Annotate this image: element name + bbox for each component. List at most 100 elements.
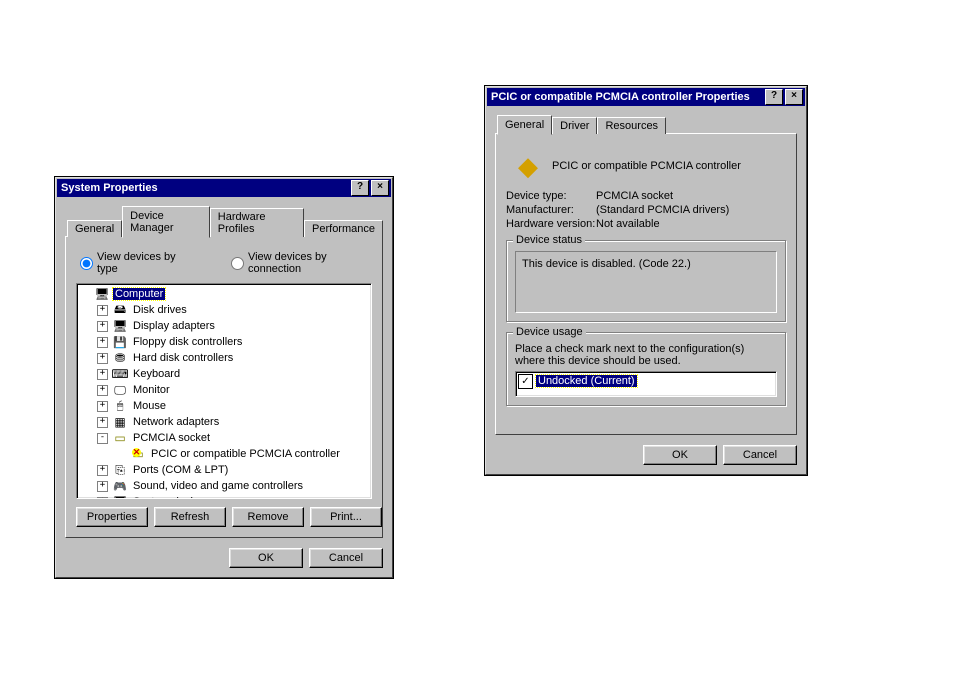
keyboard-icon	[112, 366, 128, 382]
tree-item-label: Monitor	[131, 384, 172, 396]
tree-item-label: PCIC or compatible PCMCIA controller	[149, 448, 342, 460]
tree-item[interactable]: + Keyboard	[79, 366, 369, 382]
pcmcia-warn-icon	[130, 446, 146, 462]
device-usage-list[interactable]: ✓ Undocked (Current)	[515, 371, 777, 397]
ok-button[interactable]: OK	[229, 548, 303, 568]
tree-item[interactable]: + Disk drives	[79, 302, 369, 318]
tree-item-label: Display adapters	[131, 320, 217, 332]
tree-expander[interactable]: +	[97, 369, 108, 380]
tree-item[interactable]: + Hard disk controllers	[79, 350, 369, 366]
tree-item-label: System devices	[131, 496, 212, 499]
tree-expander[interactable]: +	[97, 481, 108, 492]
tree-item[interactable]: + Floppy disk controllers	[79, 334, 369, 350]
tree-item[interactable]: + Ports (COM & LPT)	[79, 462, 369, 478]
mouse-icon	[112, 398, 128, 414]
disk-icon	[112, 302, 128, 318]
tree-item[interactable]: + Display adapters	[79, 318, 369, 334]
tree-item[interactable]: + Sound, video and game controllers	[79, 478, 369, 494]
ports-icon	[112, 462, 128, 478]
device-status-group: Device status This device is disabled. (…	[506, 240, 786, 322]
device-tree[interactable]: Computer + Disk drives + Display adapters + Fl…	[76, 283, 372, 499]
tree-item[interactable]: PCIC or compatible PCMCIA controller	[79, 446, 369, 462]
tree-expander[interactable]: +	[97, 385, 108, 396]
radio-by-type[interactable]: View devices by type	[80, 251, 191, 275]
radio-by-type-input[interactable]	[80, 257, 93, 270]
device-usage-group: Device usage Place a check mark next to …	[506, 332, 786, 406]
tab-panel: PCIC or compatible PCMCIA controller Dev…	[495, 133, 797, 435]
device-name: PCIC or compatible PCMCIA controller	[552, 160, 741, 172]
radio-by-connection-input[interactable]	[231, 257, 244, 270]
device-status-text: This device is disabled. (Code 22.)	[522, 258, 691, 270]
cancel-button[interactable]: Cancel	[723, 445, 797, 465]
cancel-button[interactable]: Cancel	[309, 548, 383, 568]
usage-checkbox[interactable]: ✓	[518, 374, 533, 389]
tree-item-label: Hard disk controllers	[131, 352, 235, 364]
device-usage-title: Device usage	[513, 326, 586, 338]
display-icon	[112, 318, 128, 334]
tree-item-label: Sound, video and game controllers	[131, 480, 305, 492]
device-type-label: Device type:	[506, 190, 596, 202]
tree-expander[interactable]: +	[97, 353, 108, 364]
refresh-button[interactable]: Refresh	[154, 507, 226, 527]
tab-driver[interactable]: Driver	[552, 117, 597, 134]
tree-expander[interactable]: +	[97, 401, 108, 412]
titlebar[interactable]: PCIC or compatible PCMCIA controller Pro…	[487, 88, 805, 106]
tab-panel: View devices by type View devices by con…	[65, 236, 383, 538]
system-icon	[112, 494, 128, 499]
tab-general[interactable]: General	[497, 115, 552, 135]
titlebar[interactable]: System Properties ? ×	[57, 179, 391, 197]
tree-expander[interactable]: +	[97, 465, 108, 476]
tree-item-label: Disk drives	[131, 304, 189, 316]
device-status-box: This device is disabled. (Code 22.)	[515, 251, 777, 313]
tree-item[interactable]: +Mouse	[79, 398, 369, 414]
usage-item-undocked[interactable]: ✓ Undocked (Current)	[517, 373, 775, 389]
tab-resources[interactable]: Resources	[597, 117, 666, 134]
tree-expander[interactable]: +	[97, 305, 108, 316]
tab-performance[interactable]: Performance	[304, 220, 383, 237]
remove-button[interactable]: Remove	[232, 507, 304, 527]
tree-expander[interactable]: +	[97, 321, 108, 332]
radio-by-connection[interactable]: View devices by connection	[231, 251, 372, 275]
manufacturer-label: Manufacturer:	[506, 204, 596, 216]
device-usage-instr: Place a check mark next to the configura…	[515, 343, 777, 367]
hardware-version-label: Hardware version:	[506, 218, 596, 230]
tree-item[interactable]: - PCMCIA socket	[79, 430, 369, 446]
tree-item-label: Floppy disk controllers	[131, 336, 244, 348]
hardware-version-value: Not available	[596, 218, 786, 230]
tree-item-label: Computer	[113, 288, 165, 300]
tab-hardware-profiles[interactable]: Hardware Profiles	[210, 208, 304, 237]
usage-item-label: Undocked (Current)	[536, 375, 637, 387]
ok-button[interactable]: OK	[643, 445, 717, 465]
hdd-icon	[112, 350, 128, 366]
tree-item-label: Network adapters	[131, 416, 221, 428]
monitor-icon	[112, 382, 128, 398]
title-text: PCIC or compatible PCMCIA controller Pro…	[489, 91, 763, 103]
tree-item[interactable]: + Monitor	[79, 382, 369, 398]
help-button[interactable]: ?	[765, 89, 783, 105]
computer-icon	[94, 286, 110, 302]
tree-item-label: PCMCIA socket	[131, 432, 212, 444]
tab-device-manager[interactable]: Device Manager	[122, 206, 210, 238]
tree-item-label: Ports (COM & LPT)	[131, 464, 230, 476]
tree-item[interactable]: + System devices	[79, 494, 369, 499]
device-type-value: PCMCIA socket	[596, 190, 786, 202]
tree-expander[interactable]: -	[97, 433, 108, 444]
close-button[interactable]: ×	[371, 180, 389, 196]
manufacturer-value: (Standard PCMCIA drivers)	[596, 204, 786, 216]
tab-general[interactable]: General	[67, 220, 122, 237]
help-button[interactable]: ?	[351, 180, 369, 196]
print-button[interactable]: Print...	[310, 507, 382, 527]
tree-expander[interactable]: +	[97, 497, 108, 500]
tree-item-label: Keyboard	[131, 368, 182, 380]
tree-expander[interactable]: +	[97, 417, 108, 428]
tree-expander[interactable]: +	[97, 337, 108, 348]
tabstrip: General Device Manager Hardware Profiles…	[65, 206, 383, 237]
tabstrip: General Driver Resources	[495, 115, 797, 134]
close-button[interactable]: ×	[785, 89, 803, 105]
system-properties-dialog: System Properties ? × General Device Man…	[54, 176, 394, 579]
pcmcia-properties-dialog: PCIC or compatible PCMCIA controller Pro…	[484, 85, 808, 476]
radio-by-type-label: View devices by type	[97, 251, 191, 275]
tree-item[interactable]: + Network adapters	[79, 414, 369, 430]
properties-button[interactable]: Properties	[76, 507, 148, 527]
radio-by-connection-label: View devices by connection	[248, 251, 372, 275]
